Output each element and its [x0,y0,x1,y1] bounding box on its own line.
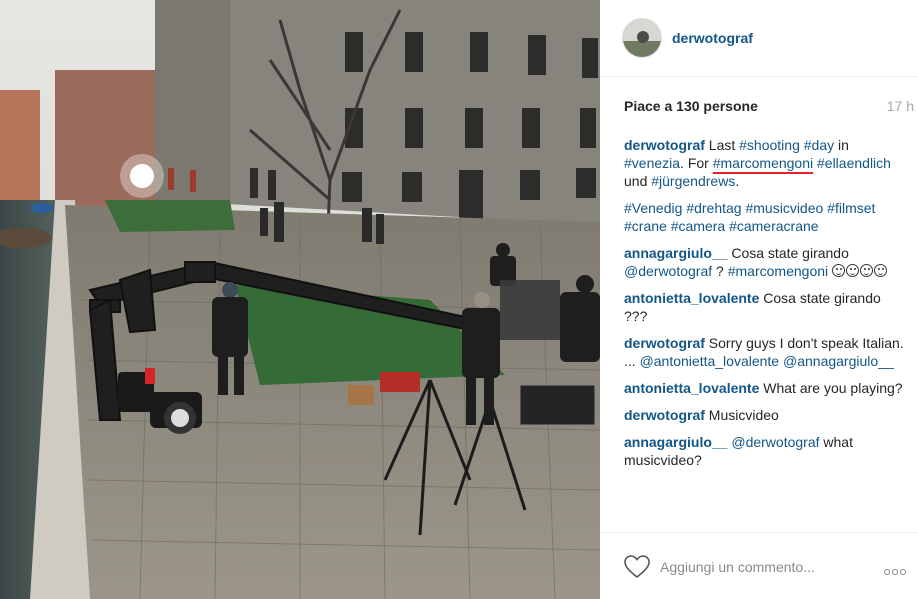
comment-username[interactable]: antonietta_lovalente [624,380,763,396]
smile-emoji-icon [846,264,860,277]
comments-list: derwotograf Last #shooting #day in #vene… [624,136,906,530]
post-photo [0,0,600,599]
caption-username[interactable]: derwotograf [624,137,705,153]
hashtag-link[interactable]: #cameracrane [729,218,819,234]
comment-text: . [680,155,688,171]
comment-text: Cosa state girando [731,245,849,261]
smile-emoji-icon [874,264,888,277]
comment: derwotograf Musicvideo [624,406,906,424]
dot [900,569,906,575]
comment: antonietta_lovalente What are you playin… [624,379,906,397]
comment: annagargiulo__ Cosa state girando @derwo… [624,244,906,280]
comment-username[interactable]: antonietta_lovalente [624,290,763,306]
hashtag-link[interactable]: @antonietta_lovalente [640,353,780,369]
film-set-photo [0,0,600,599]
caption: derwotograf Last #shooting #day in #vene… [624,136,906,190]
hashtag-link[interactable]: #drehtag [686,200,745,216]
heart-outline-icon[interactable] [624,555,650,579]
hashtag-link[interactable]: #filmset [827,200,875,216]
dot [892,569,898,575]
hashtag-link[interactable]: @derwotograf [624,263,712,279]
smile-emoji-icon [832,264,846,277]
comment-text: ? [712,263,728,279]
comment-username[interactable]: derwotograf [624,407,709,423]
hashtag-list: #Venedig #drehtag #musicvideo #filmset #… [624,199,906,235]
comment-footer [600,532,918,599]
avatar-image [623,19,661,57]
hashtag-link[interactable]: #musicvideo [745,200,827,216]
hashtag-link[interactable]: #venezia [624,155,680,171]
hashtag-link[interactable]: #marcomengoni [728,263,828,279]
hashtag-link[interactable]: #jürgendrews [651,173,735,189]
hashtag-link[interactable]: #ellaendlich [817,155,891,171]
comment-text: Last [708,137,740,153]
dot [884,569,890,575]
post-sidebar: derwotograf Piace a 130 persone 17 h der… [600,0,918,599]
hashtag-link[interactable]: #camera [671,218,729,234]
comment-text: . [735,173,740,189]
post-header: derwotograf [600,0,918,77]
comment-text: Musicvideo [708,407,779,423]
hashtag-link[interactable]: #shooting [739,137,800,153]
likes-row: Piace a 130 persone 17 h [624,98,914,116]
comment-text: What are you playing? [763,380,903,396]
hashtag-link[interactable]: #marcomengoni [713,155,813,171]
comment-text: in [834,137,849,153]
smile-emoji-icon [860,264,874,277]
likes-count[interactable]: Piace a 130 persone [624,98,758,114]
comment-input[interactable] [660,557,860,577]
hashtag-link[interactable]: #day [804,137,834,153]
hashtag-link[interactable]: @annagargiulo__ [783,353,894,369]
comment: antonietta_lovalente Cosa state girando … [624,289,906,325]
more-options-icon[interactable] [884,562,918,575]
comment-username[interactable]: derwotograf [624,335,709,351]
hashtag-link[interactable]: #crane [624,218,671,234]
comment-text: und [624,173,652,189]
comment-username[interactable]: annagargiulo__ [624,434,731,450]
comment: derwotograf Sorry guys I don't speak Ita… [624,334,906,370]
post-author-username[interactable]: derwotograf [672,30,753,46]
comment: annagargiulo__ @derwotograf what musicvi… [624,433,906,469]
post-time[interactable]: 17 h [887,98,914,114]
hashtag-link[interactable]: #Venedig [624,200,686,216]
comment-username[interactable]: annagargiulo__ [624,245,731,261]
avatar[interactable] [622,18,662,58]
comment-text: For [687,155,713,171]
hashtag-link[interactable]: @derwotograf [731,434,819,450]
